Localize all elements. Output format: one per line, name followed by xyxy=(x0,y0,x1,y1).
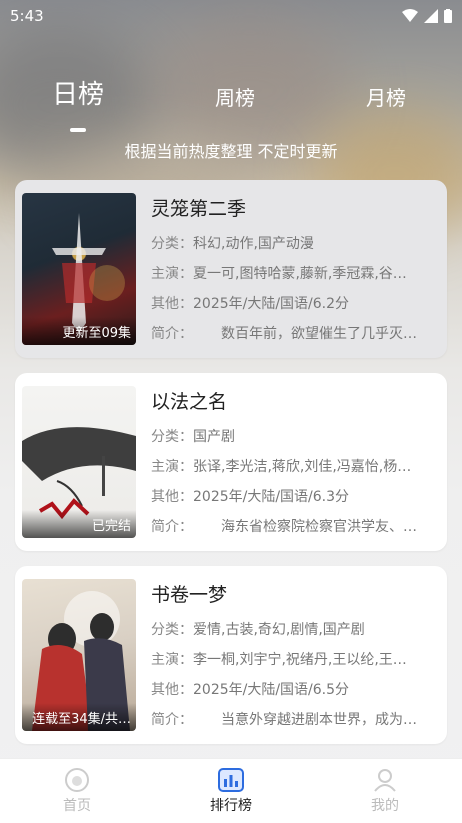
episode-badge: 已完结 xyxy=(22,510,136,538)
item-title: 以法之名 xyxy=(151,391,228,413)
nav-profile[interactable]: 我的 xyxy=(345,767,425,815)
tab-monthly-label: 月榜 xyxy=(365,86,406,110)
episode-badge: 连载至34集/共… xyxy=(22,703,136,731)
ranking-subtitle: 根据当前热度整理 不定时更新 xyxy=(124,142,338,161)
poster-image: 更新至09集 xyxy=(22,193,136,345)
item-category: 分类： 爱情,古装,奇幻,剧情,国产剧 xyxy=(151,622,365,638)
item-category: 分类： 科幻,动作,国产动漫 xyxy=(151,236,314,252)
ranking-tabs: 日榜 周榜 月榜 xyxy=(0,74,462,132)
item-intro: 简介： 当意外穿越进剧本世界，成为… xyxy=(151,712,417,728)
ranking-item[interactable]: 连载至34集/共… 书卷一梦 分类： 爱情,古装,奇幻,剧情,国产剧 主演： 李一桐… xyxy=(15,566,447,744)
nav-home[interactable]: 首页 xyxy=(37,767,117,815)
item-info: 以法之名 分类： 国产剧 主演： 张译,李光洁,蒋欣,刘佳,冯嘉怡,杨… 其他： 20… xyxy=(151,387,441,551)
nav-ranking[interactable]: 排行榜 xyxy=(191,767,271,815)
wifi-icon xyxy=(402,9,418,22)
item-title: 书卷一梦 xyxy=(151,584,228,606)
tab-weekly[interactable]: 周榜 xyxy=(215,82,255,124)
item-title: 灵笼第二季 xyxy=(151,198,247,220)
ranking-item[interactable]: 已完结 以法之名 分类： 国产剧 主演： 张译,李光洁,蒋欣,刘佳,冯嘉怡,杨… 其… xyxy=(15,373,447,551)
poster-image: 连载至34集/共… xyxy=(22,579,136,731)
tab-weekly-label: 周榜 xyxy=(215,86,255,110)
status-bar: 5:43 xyxy=(0,0,462,32)
nav-profile-label: 我的 xyxy=(371,798,399,814)
item-other: 其他： 2025年/大陆/国语/6.2分 xyxy=(151,296,350,312)
battery-icon xyxy=(444,9,452,23)
item-category: 分类： 国产剧 xyxy=(151,429,235,445)
item-info: 书卷一梦 分类： 爱情,古装,奇幻,剧情,国产剧 主演： 李一桐,刘宇宁,祝绪丹,王… xyxy=(151,580,441,744)
item-cast: 主演： 夏一可,图特哈蒙,藤新,季冠霖,谷… xyxy=(151,266,407,282)
home-icon xyxy=(65,768,89,792)
item-other: 其他： 2025年/大陆/国语/6.3分 xyxy=(151,489,350,505)
tab-daily-label: 日榜 xyxy=(52,80,105,110)
item-other: 其他： 2025年/大陆/国语/6.5分 xyxy=(151,682,350,698)
status-icons xyxy=(402,9,452,23)
episode-badge: 更新至09集 xyxy=(22,317,136,345)
item-cast: 主演： 张译,李光洁,蒋欣,刘佳,冯嘉怡,杨… xyxy=(151,459,412,475)
profile-icon xyxy=(374,769,396,792)
nav-ranking-label: 排行榜 xyxy=(210,798,252,814)
item-intro: 简介： 数百年前，欲望催生了几乎灭… xyxy=(151,326,417,342)
bottom-nav: 首页 排行榜 我的 xyxy=(0,758,462,823)
ranking-icon xyxy=(218,768,244,792)
item-cast: 主演： 李一桐,刘宇宁,祝绪丹,王以纶,王… xyxy=(151,652,407,668)
item-info: 灵笼第二季 分类： 科幻,动作,国产动漫 主演： 夏一可,图特哈蒙,藤新,季冠霖,谷… xyxy=(151,194,441,358)
ranking-item[interactable]: 更新至09集 灵笼第二季 分类： 科幻,动作,国产动漫 主演： 夏一可,图特哈蒙,藤… xyxy=(15,180,447,358)
status-time: 5:43 xyxy=(10,7,44,25)
tab-daily[interactable]: 日榜 xyxy=(52,74,105,132)
poster-image: 已完结 xyxy=(22,386,136,538)
ranking-list: 更新至09集 灵笼第二季 分类： 科幻,动作,国产动漫 主演： 夏一可,图特哈蒙,藤… xyxy=(15,180,447,759)
signal-icon xyxy=(424,9,438,23)
item-intro: 简介： 海东省检察院检察官洪学友、… xyxy=(151,519,417,535)
tab-monthly[interactable]: 月榜 xyxy=(366,82,406,124)
nav-home-label: 首页 xyxy=(63,798,91,814)
tab-active-indicator xyxy=(70,128,86,132)
